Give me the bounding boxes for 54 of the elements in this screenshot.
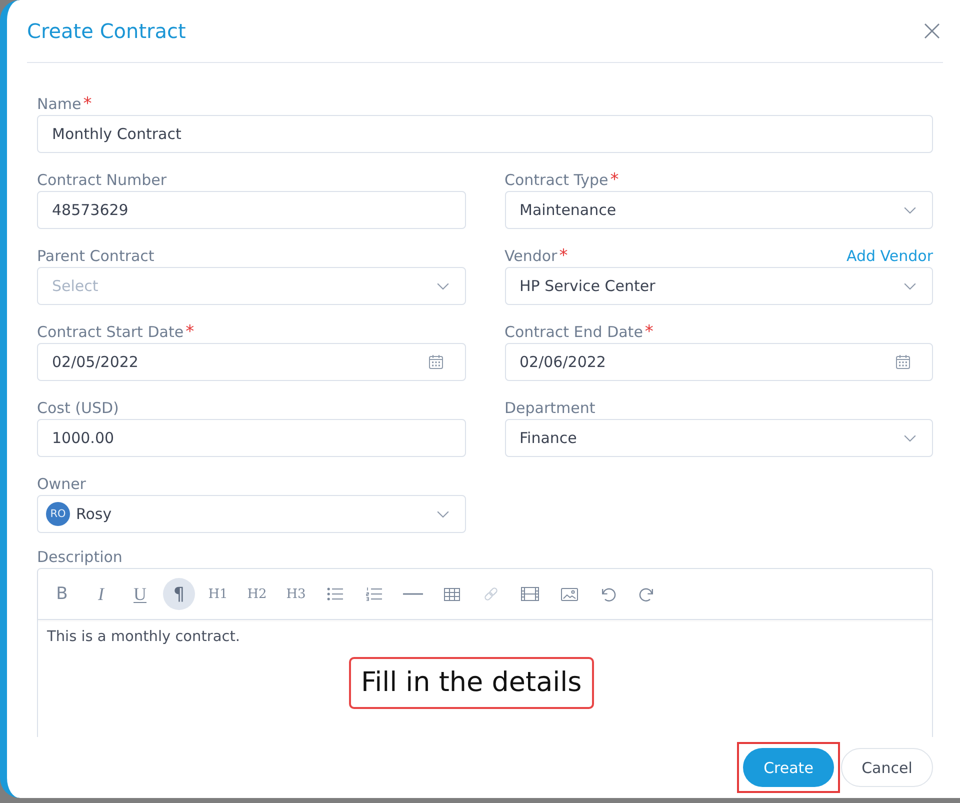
- dropdown-field[interactable]: Finance: [504, 419, 933, 457]
- field-label: Vendor: [504, 246, 558, 267]
- heading-button[interactable]: H2: [241, 578, 273, 610]
- chevron-down-icon: [436, 282, 448, 290]
- text-field[interactable]: 1000.00: [37, 419, 466, 457]
- chevron-down-icon: [436, 510, 448, 518]
- field-label: Cost (USD): [37, 398, 119, 419]
- dialog-title: Create Contract: [27, 19, 186, 43]
- bullet-list-icon: [327, 587, 343, 601]
- dropdown-field[interactable]: Maintenance: [504, 191, 933, 229]
- chevron-down-icon: [904, 206, 916, 214]
- field-label: Department: [504, 398, 596, 419]
- close-icon[interactable]: [924, 23, 940, 39]
- dropdown-field[interactable]: HP Service Center: [504, 267, 933, 305]
- owner-dropdown[interactable]: RO Rosy: [37, 495, 466, 533]
- numbered-list-icon: [366, 587, 382, 601]
- date-field[interactable]: 02/06/2022: [504, 343, 933, 381]
- cancel-button[interactable]: Cancel: [841, 748, 933, 787]
- paragraph-button[interactable]: ¶: [163, 578, 195, 610]
- required-asterisk: *: [83, 94, 92, 115]
- calendar-icon: [896, 355, 910, 369]
- chevron-down-icon: [904, 282, 916, 290]
- text-field[interactable]: 48573629: [37, 191, 466, 229]
- field-label: Description: [37, 547, 122, 568]
- field-label: Contract Type: [504, 170, 608, 191]
- italic-button[interactable]: I: [85, 578, 117, 610]
- table-icon: [444, 588, 460, 600]
- bold-button[interactable]: B: [46, 578, 78, 610]
- date-field[interactable]: 02/05/2022: [37, 343, 466, 381]
- heading-button[interactable]: H1: [202, 578, 234, 610]
- field-label: Contract End Date: [504, 322, 643, 343]
- film-icon: [521, 587, 539, 601]
- underline-button[interactable]: U: [124, 578, 156, 610]
- text-field[interactable]: Monthly Contract: [37, 115, 933, 153]
- undo-icon: [600, 586, 616, 602]
- redo-icon: [639, 586, 655, 602]
- field-label: Contract Start Date: [37, 322, 184, 343]
- image-icon: [560, 588, 578, 600]
- description-text: This is a monthly contract.: [46, 628, 242, 647]
- required-asterisk: *: [610, 170, 619, 191]
- horizontal-line-icon: [403, 593, 423, 595]
- heading-button[interactable]: H3: [280, 578, 312, 610]
- link-icon: [483, 586, 499, 602]
- field-label: Parent Contract: [37, 246, 154, 267]
- required-asterisk: *: [559, 246, 568, 267]
- chevron-down-icon: [904, 434, 916, 442]
- calendar-icon: [428, 355, 442, 369]
- annotation-callout: Fill in the details: [349, 657, 594, 709]
- field-label: Owner: [37, 474, 86, 495]
- required-asterisk: *: [186, 322, 194, 343]
- required-asterisk: *: [644, 322, 654, 343]
- field-label: Name: [37, 94, 82, 115]
- user-avatar: RO: [46, 502, 70, 526]
- field-label: Contract Number: [37, 170, 167, 191]
